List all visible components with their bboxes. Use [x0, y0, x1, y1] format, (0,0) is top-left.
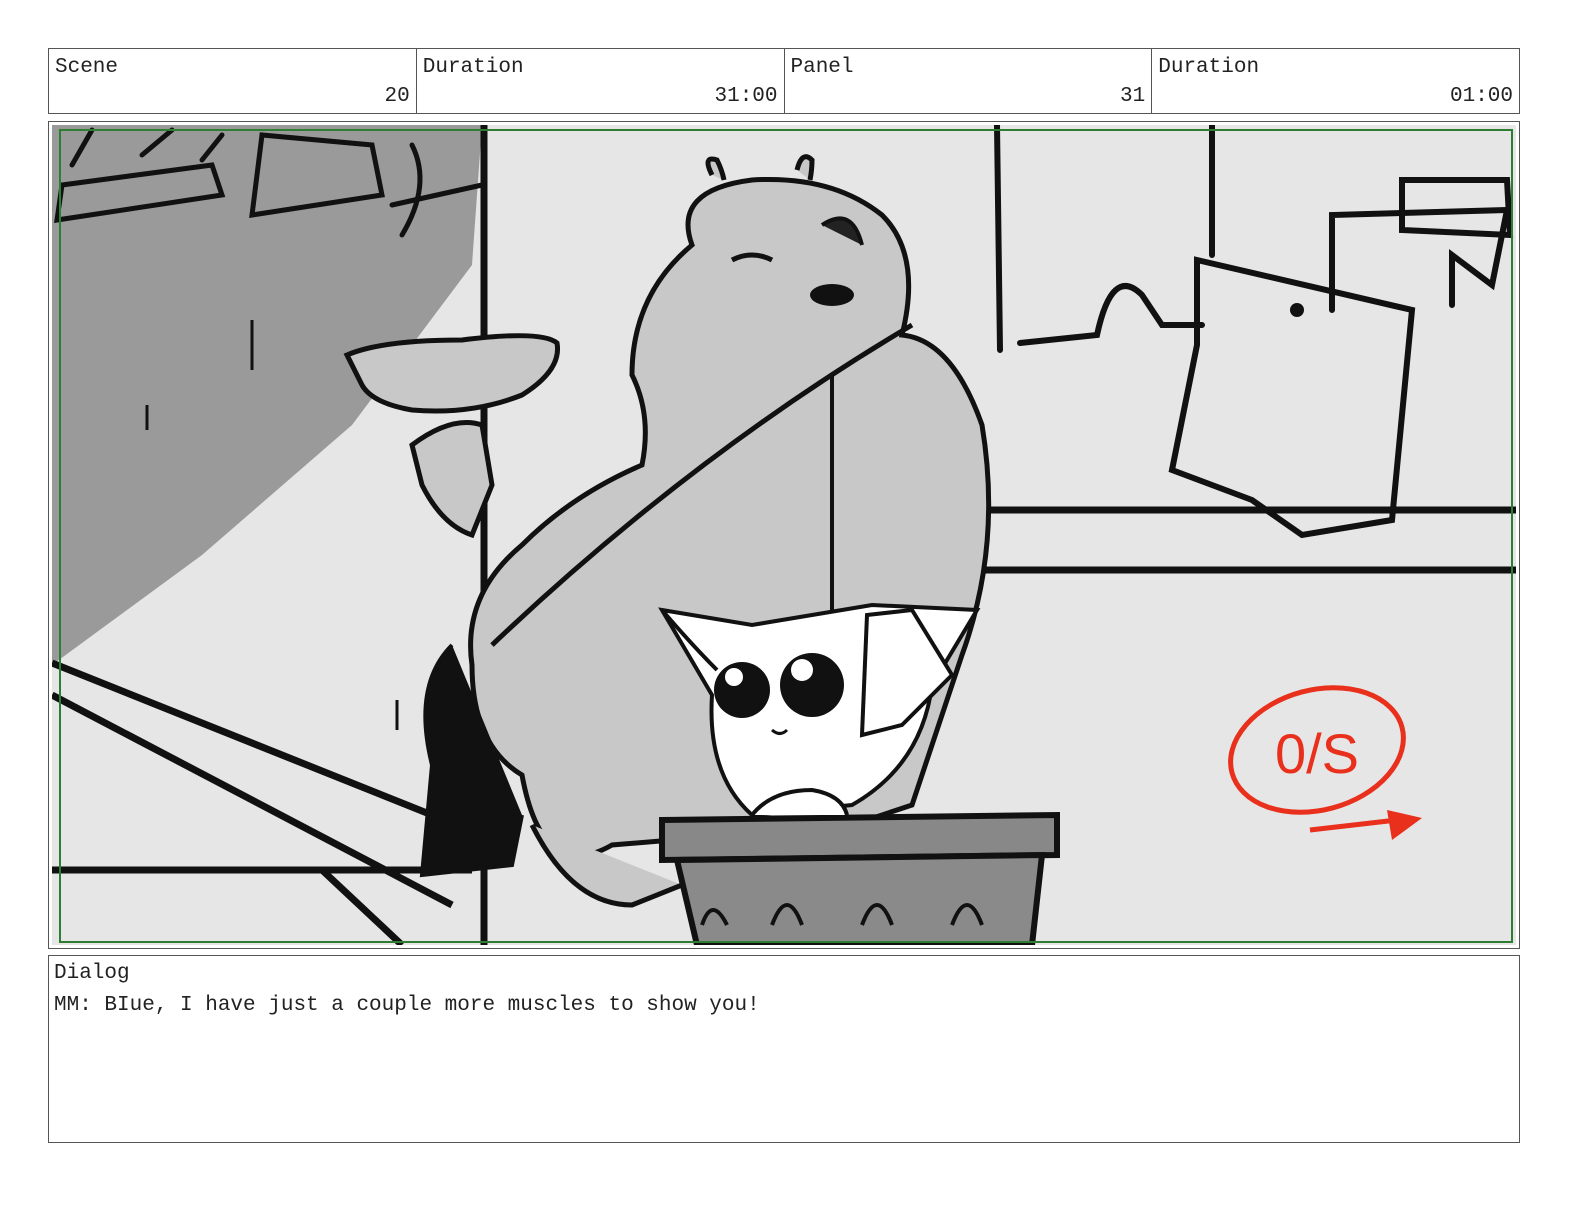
scene-duration-cell: Duration 31:00 [417, 49, 785, 113]
panel-drawing: 0/S [52, 125, 1516, 945]
scene-cell: Scene 20 [49, 49, 417, 113]
panel-value: 31 [1120, 85, 1146, 108]
storyboard-panel: 0/S [48, 121, 1520, 949]
panel-label: Panel [790, 56, 854, 79]
panel-duration-value: 01:00 [1449, 85, 1513, 108]
trash-can [659, 811, 1060, 945]
panel-duration-cell: Duration 01:00 [1152, 49, 1519, 113]
dialog-box: Dialog MM: BIue, I have just a couple mo… [48, 955, 1520, 1143]
storyboard-header: Scene 20 Duration 31:00 Panel 31 Duratio… [48, 48, 1520, 114]
poster-dot [1290, 303, 1304, 317]
panel-cell: Panel 31 [785, 49, 1153, 113]
panel-duration-label: Duration [1158, 56, 1260, 79]
dialog-text: MM: BIue, I have just a couple more musc… [54, 994, 760, 1017]
scene-label: Scene [55, 56, 119, 79]
scene-value: 20 [384, 85, 410, 108]
annotation-text: 0/S [1275, 722, 1359, 785]
dialog-label: Dialog [54, 962, 130, 985]
scene-duration-label: Duration [422, 56, 524, 79]
scene-duration-value: 31:00 [714, 85, 778, 108]
